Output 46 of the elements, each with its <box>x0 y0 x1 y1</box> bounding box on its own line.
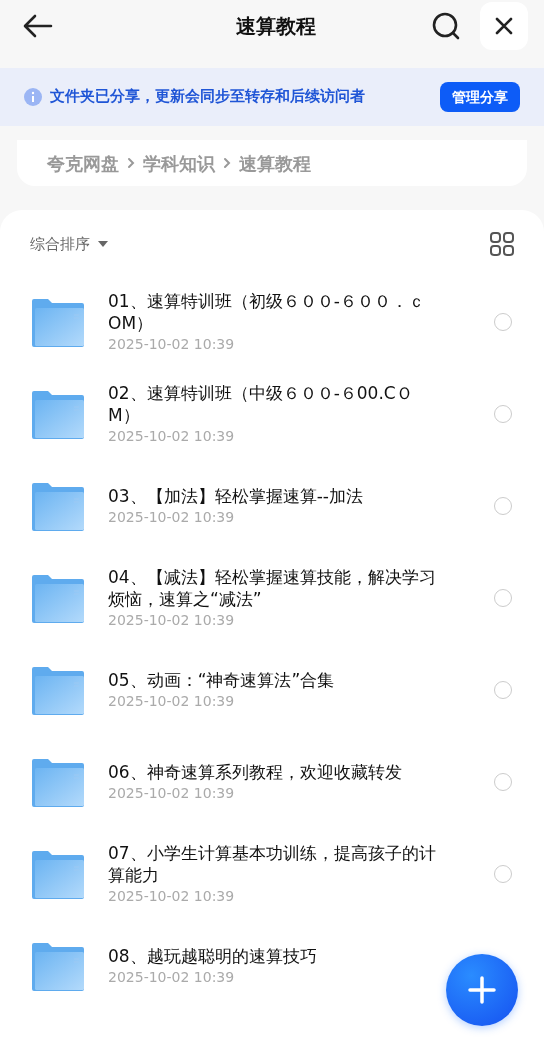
chevron-icon <box>127 157 135 169</box>
modified-date: 2025-10-02 10:39 <box>108 427 236 446</box>
close-icon <box>495 17 513 35</box>
share-notice: 文件夹已分享，更新会同步至转存和后续访问者 <box>50 87 365 107</box>
folder-icon <box>32 757 84 807</box>
search-icon <box>431 11 461 41</box>
folder-name[interactable]: 07、小学生计算基本功训练，提高孩子的计算能力 <box>108 842 438 886</box>
folder-icon <box>32 849 84 899</box>
add-button[interactable] <box>446 954 518 1026</box>
modified-date: 2025-10-02 10:39 <box>108 968 236 987</box>
select-checkbox[interactable] <box>494 865 512 883</box>
plus-icon <box>468 976 496 1004</box>
select-checkbox[interactable] <box>494 313 512 331</box>
folder-icon <box>32 297 84 347</box>
folder-icon <box>32 941 84 991</box>
page-title: 速算教程 <box>235 13 316 40</box>
folder-name[interactable]: 01、速算特训班（初级６００-６００．ｃOM） <box>108 290 438 334</box>
modified-date: 2025-10-02 10:39 <box>108 508 236 527</box>
back-arrow-icon <box>23 14 53 38</box>
manage-share-button[interactable]: 管理分享 <box>440 81 520 113</box>
chevron-icon <box>223 157 231 169</box>
select-checkbox[interactable] <box>494 773 512 791</box>
caret-icon <box>98 241 108 247</box>
modified-date: 2025-10-02 10:39 <box>108 887 236 906</box>
folder-icon <box>32 389 84 439</box>
sort-dropdown[interactable]: 综合排序 <box>30 232 108 256</box>
select-checkbox[interactable] <box>494 405 512 423</box>
select-checkbox[interactable] <box>494 681 512 699</box>
folder-icon <box>32 665 84 715</box>
info-icon <box>24 88 42 106</box>
folder-icon <box>32 481 84 531</box>
folder-name[interactable]: 04、【减法】轻松掌握速算技能，解决学习烦恼，速算之“减法” <box>108 566 438 610</box>
select-checkbox[interactable] <box>494 589 512 607</box>
folder-name[interactable]: 06、神奇速算系列教程，欢迎收藏转发 <box>108 761 438 783</box>
folder-name[interactable]: 02、速算特训班（中级６００-６00.CＯM） <box>108 382 438 426</box>
close-button[interactable] <box>480 2 528 50</box>
modified-date: 2025-10-02 10:39 <box>108 784 236 803</box>
modified-date: 2025-10-02 10:39 <box>108 692 236 711</box>
folder-icon <box>32 573 84 623</box>
select-checkbox[interactable] <box>494 497 512 515</box>
modified-date: 2025-10-02 10:39 <box>108 611 236 630</box>
modified-date: 2025-10-02 10:39 <box>108 335 236 354</box>
grid-view-icon[interactable] <box>490 232 514 256</box>
folder-name[interactable]: 05、动画：“神奇速算法”合集 <box>108 669 438 691</box>
folder-name[interactable]: 08、越玩越聪明的速算技巧 <box>108 945 438 967</box>
folder-name[interactable]: 03、【加法】轻松掌握速算--加法 <box>108 485 438 507</box>
